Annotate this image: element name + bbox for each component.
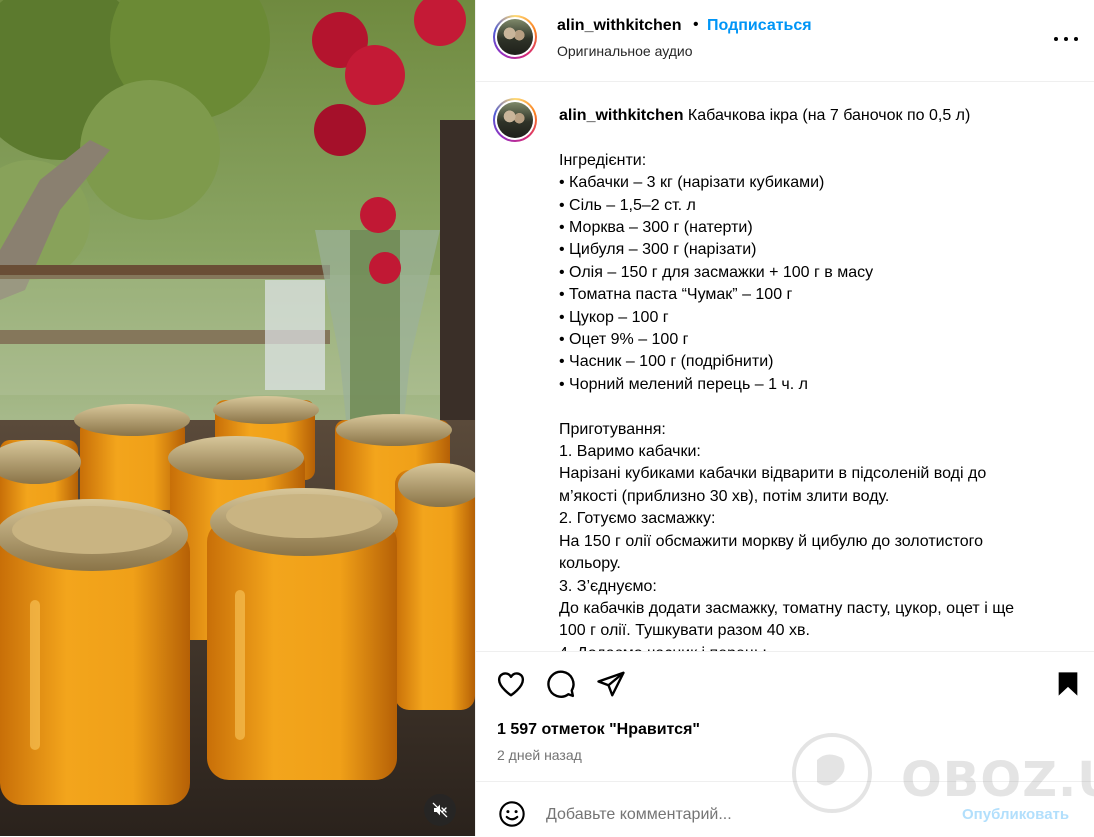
caption-line: Приготування: <box>559 420 666 438</box>
caption-line: • Цибуля – 300 г (нарізати) <box>559 241 757 259</box>
caption-line: • Часник – 100 г (подрібнити) <box>559 353 774 371</box>
muted-speaker-icon <box>432 802 448 818</box>
avatar-image <box>497 102 533 138</box>
bookmark-icon <box>1058 672 1078 696</box>
comment-button[interactable] <box>546 669 576 699</box>
caption-line: • Оцет 9% – 100 г <box>559 331 689 349</box>
likes-count[interactable]: 1 597 отметок "Нравится" <box>497 721 700 739</box>
more-options-button[interactable] <box>1054 34 1078 44</box>
more-icon-dot <box>1054 37 1058 41</box>
more-icon-dot <box>1064 37 1068 41</box>
caption-line: • Томатна паста “Чумак” – 100 г <box>559 286 793 304</box>
caption-line: 100 г олії. Тушкувати разом 40 хв. <box>559 622 810 640</box>
action-bar: 1 597 отметок "Нравится" 2 дней назад <box>476 651 1094 782</box>
caption-line: 3. З’єднуємо: <box>559 577 657 595</box>
caption-line: 2. Готуємо засмажку: <box>559 510 716 528</box>
caption-lines: Інгредієнти: • Кабачки – 3 кг (нарізати к… <box>559 127 1069 651</box>
separator-dot: • <box>693 16 699 33</box>
comment-bar: Опубликовать <box>476 781 1094 837</box>
caption-line: • Чорний мелений перець – 1 ч. л <box>559 375 808 393</box>
share-button[interactable] <box>596 669 626 699</box>
publish-button[interactable]: Опубликовать <box>962 806 1069 823</box>
caption-username[interactable]: alin_withkitchen <box>559 107 683 124</box>
audio-label[interactable]: Оригинальное аудио <box>557 43 693 59</box>
follow-button[interactable]: Подписаться <box>707 17 812 35</box>
caption-line: Інгредієнти: <box>559 151 647 169</box>
caption-line: • Цукор – 100 г <box>559 308 669 326</box>
caption-line <box>559 396 1069 418</box>
caption-line: Нарізані кубиками кабачки відварити в пі… <box>559 465 987 483</box>
post-media[interactable] <box>0 0 475 836</box>
caption-line: • Сіль – 1,5–2 ст. л <box>559 196 696 214</box>
emoji-icon <box>499 801 525 827</box>
caption-title: Кабачкова ікра (на 7 баночок по 0,5 л) <box>687 107 971 124</box>
caption-line: • Олія – 150 г для засмажки + 100 г в ма… <box>559 263 874 281</box>
caption-line: 4. Додаємо часник і перець: <box>559 643 1069 651</box>
avatar-image <box>497 19 533 55</box>
header-username[interactable]: alin_withkitchen <box>557 17 681 35</box>
comment-input[interactable] <box>546 806 926 824</box>
caption-text: alin_withkitchen Кабачкова ікра (на 7 ба… <box>559 105 1069 651</box>
comment-icon <box>547 670 575 698</box>
heart-icon <box>497 672 525 697</box>
more-icon-dot <box>1074 37 1078 41</box>
caption-area[interactable]: alin_withkitchen Кабачкова ікра (на 7 ба… <box>476 82 1094 651</box>
caption-line: 1. Варимо кабачки: <box>559 443 701 461</box>
mute-button[interactable] <box>424 794 456 826</box>
emoji-button[interactable] <box>497 799 527 829</box>
caption-line: • Морква – 300 г (натерти) <box>559 219 753 237</box>
caption-line: На 150 г олії обсмажити моркву й цибулю … <box>559 532 984 550</box>
caption-line: кольору. <box>559 555 621 573</box>
save-button[interactable] <box>1053 669 1083 699</box>
media-photo <box>0 0 475 836</box>
like-button[interactable] <box>496 669 526 699</box>
caption-line: • Кабачки – 3 кг (нарізати кубиками) <box>559 174 825 192</box>
caption-line <box>559 127 1069 149</box>
caption-line: До кабачків додати засмажку, томатну пас… <box>559 599 1015 617</box>
post-time[interactable]: 2 дней назад <box>497 747 582 763</box>
caption-avatar[interactable] <box>493 98 537 142</box>
post-panel: alin_withkitchen • Подписаться Оригиналь… <box>475 0 1094 836</box>
share-icon <box>597 671 625 697</box>
avatar[interactable] <box>493 15 537 59</box>
caption-line: м’якості (приблизно 30 хв), потім злити … <box>559 487 890 505</box>
post-header: alin_withkitchen • Подписаться Оригиналь… <box>476 0 1094 82</box>
